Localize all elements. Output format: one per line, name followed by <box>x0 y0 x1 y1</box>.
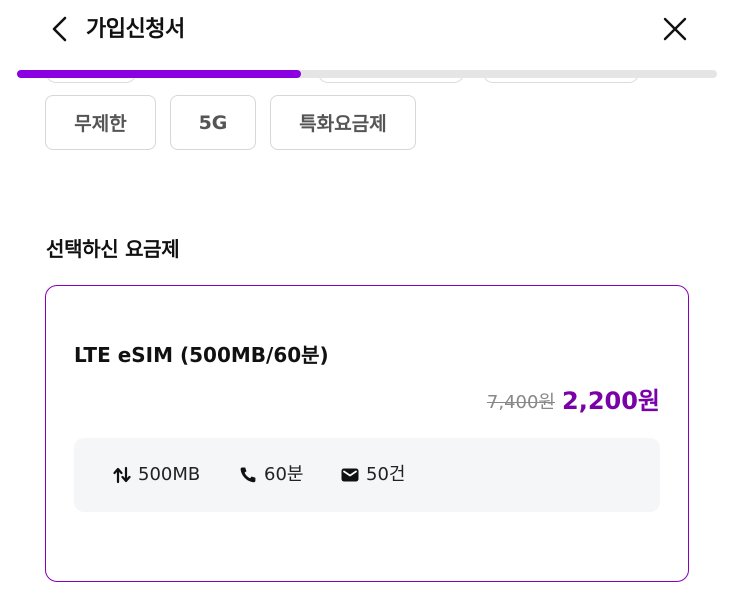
page-title: 가입신청서 <box>86 17 185 42</box>
data-transfer-icon <box>113 466 131 484</box>
plan-name: LTE eSIM (500MB/60분) <box>74 343 329 367</box>
feature-data: 500MB <box>112 462 200 488</box>
selected-plan-heading: 선택하신 요금제 <box>46 237 180 261</box>
feature-data-label: 500MB <box>138 464 201 485</box>
filter-chip-special[interactable]: 특화요금제 <box>270 95 416 150</box>
feature-sms: 50건 <box>340 462 405 488</box>
close-icon <box>663 17 687 41</box>
chevron-left-icon <box>52 16 67 42</box>
selected-plan-card[interactable]: LTE eSIM (500MB/60분) 7,400원 2,200원 500MB… <box>45 285 689 582</box>
final-price: 2,200원 <box>562 387 660 415</box>
message-icon <box>341 468 359 482</box>
close-button[interactable] <box>658 12 692 46</box>
feature-voice-label: 60분 <box>264 464 304 485</box>
plan-features: 500MB 60분 50건 <box>74 438 660 512</box>
filter-chip-5g[interactable]: 5G <box>170 95 256 150</box>
phone-icon <box>240 467 256 483</box>
progress-bar <box>17 70 717 78</box>
app-header: 가입신청서 <box>0 0 734 60</box>
original-price: 7,400원 <box>486 392 555 413</box>
feature-voice: 60분 <box>238 462 303 488</box>
feature-sms-label: 50건 <box>366 464 406 485</box>
back-button[interactable] <box>44 12 78 46</box>
progress-fill <box>17 70 302 78</box>
filter-chip-unlimited[interactable]: 무제한 <box>45 95 156 150</box>
